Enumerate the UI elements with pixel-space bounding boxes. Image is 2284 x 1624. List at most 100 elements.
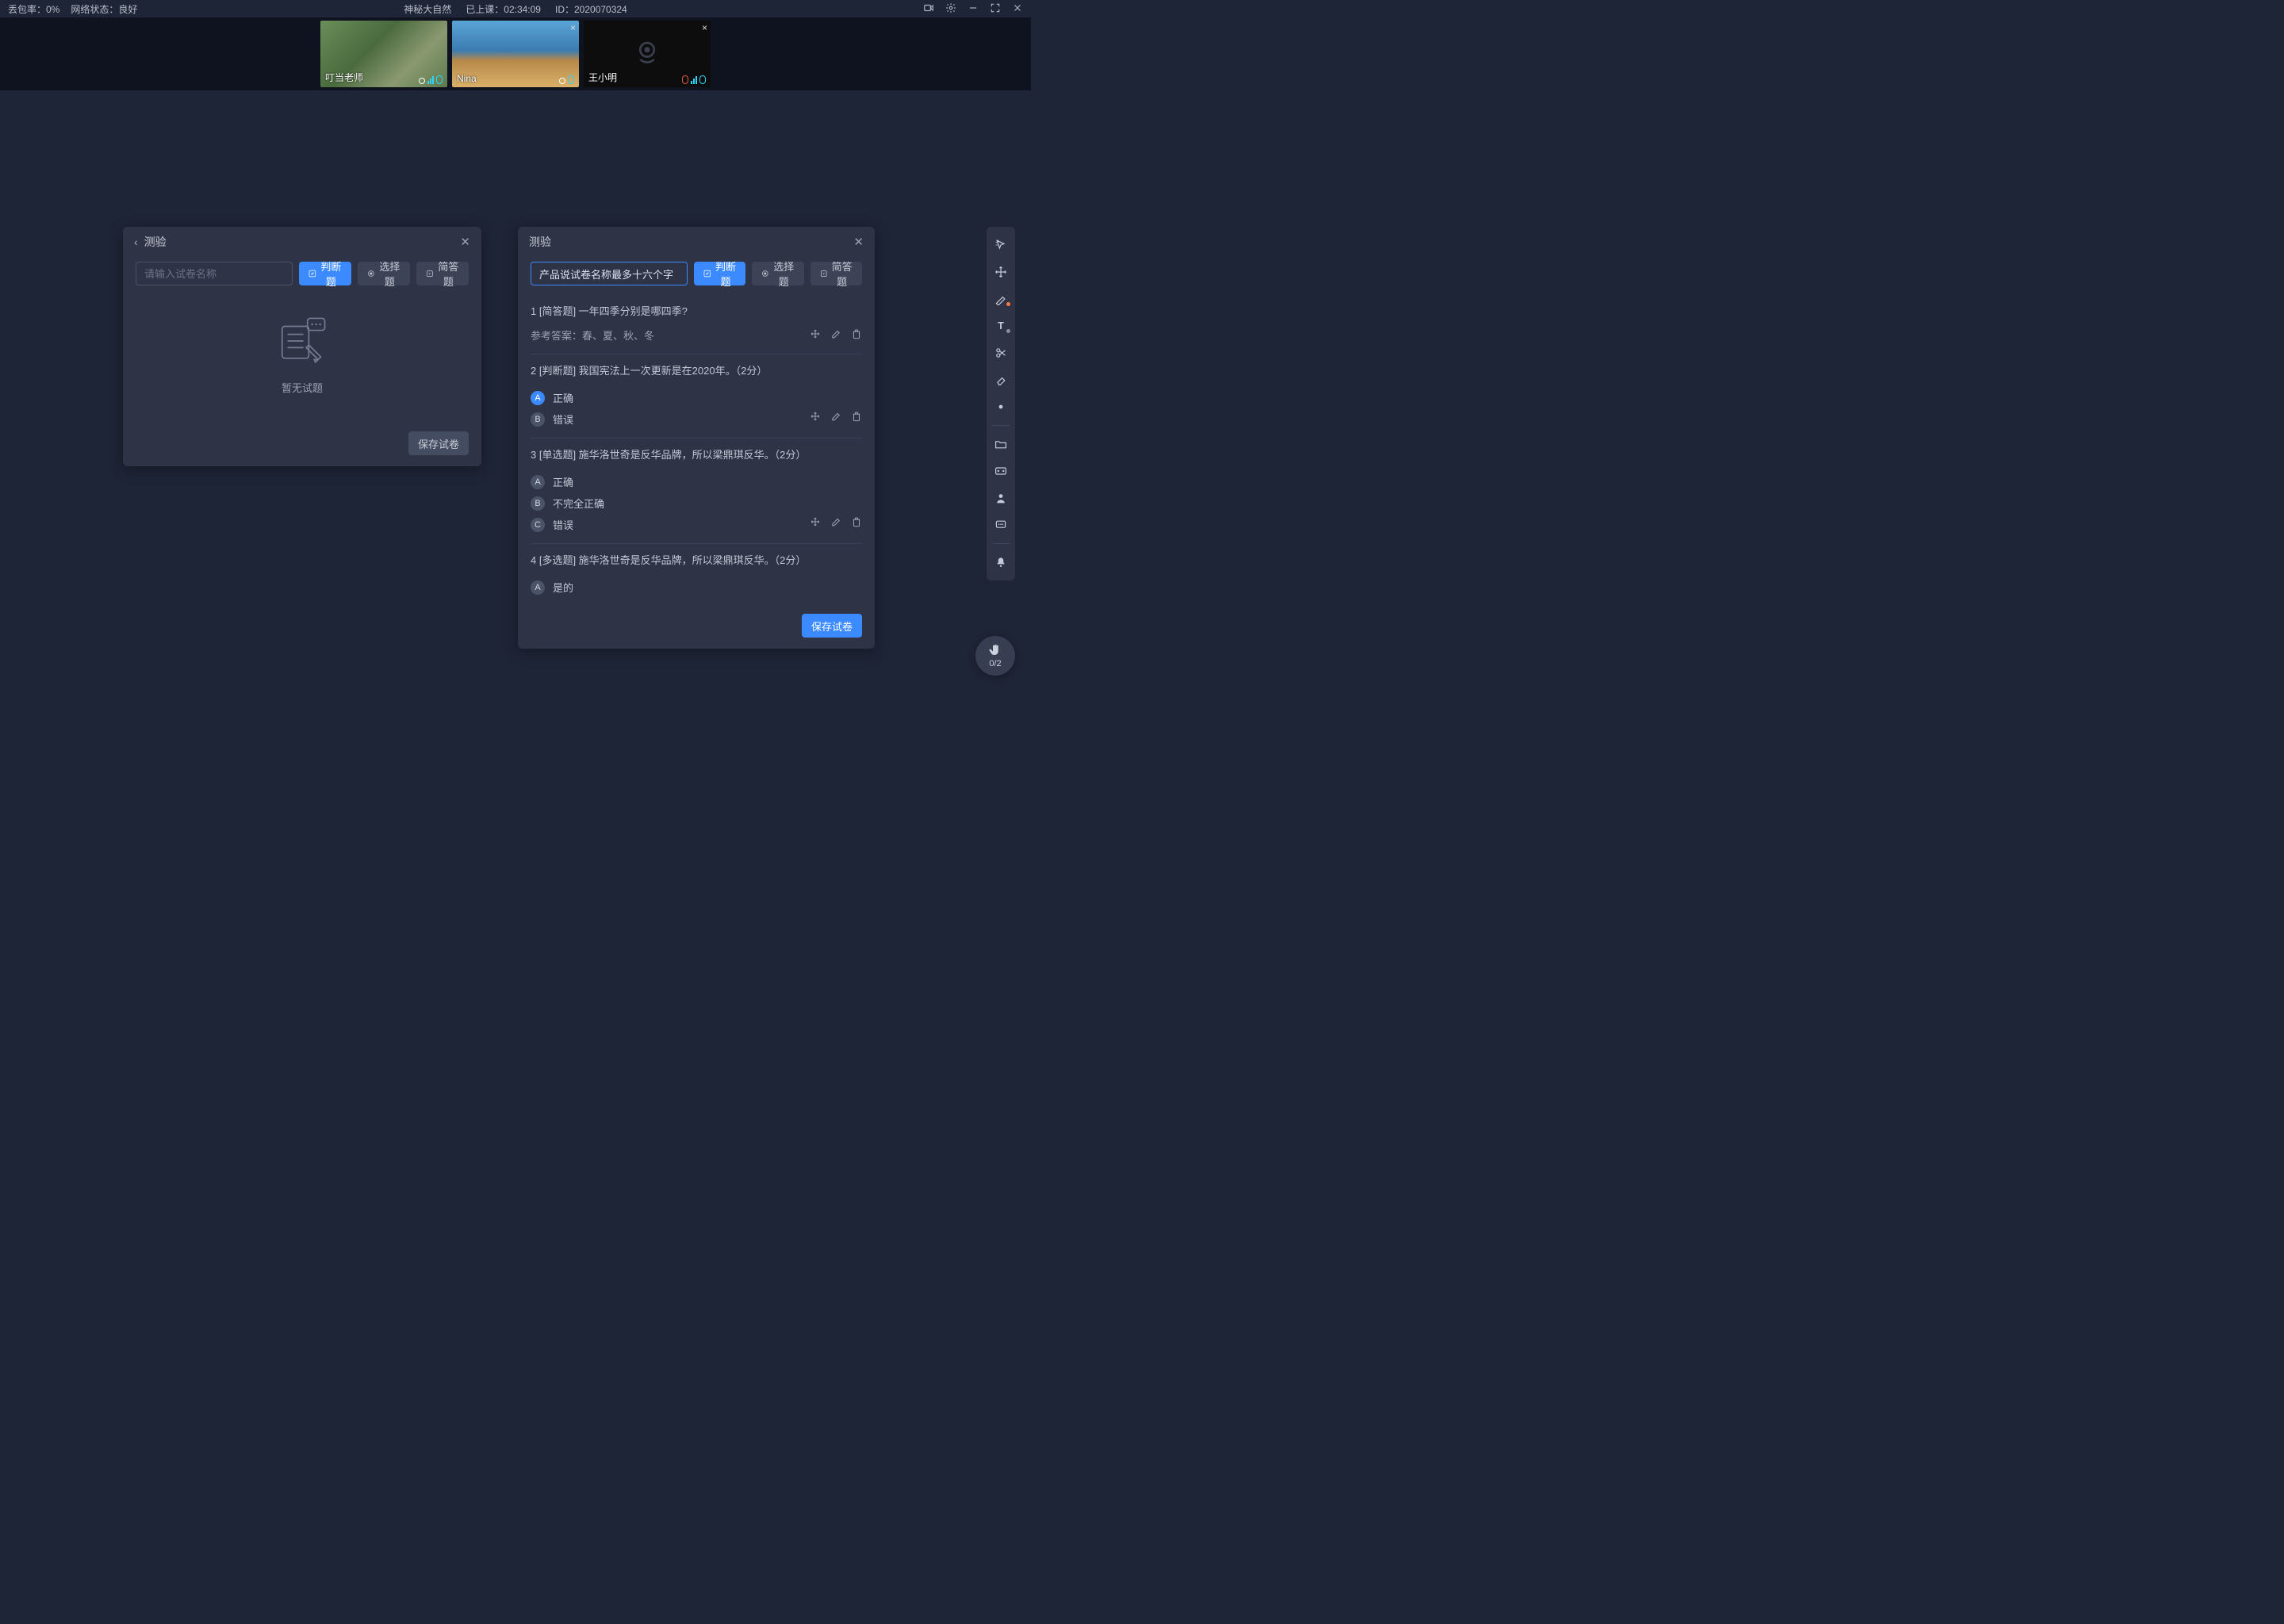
text-tool-icon[interactable]: T <box>987 314 1015 338</box>
short-answer-button[interactable]: T 简答题 <box>811 262 862 285</box>
option-text: 是的 <box>553 580 573 595</box>
question-option[interactable]: B 错误 <box>531 412 573 427</box>
participants-tool-icon[interactable] <box>987 486 1015 510</box>
question-option[interactable]: B 不完全正确 <box>531 496 604 511</box>
settings-icon[interactable] <box>945 2 956 16</box>
delete-icon[interactable] <box>851 411 862 422</box>
fullscreen-icon[interactable] <box>990 2 1001 16</box>
question-heading: 1 [简答题] 一年四季分别是哪四季? <box>531 303 862 318</box>
course-title: 神秘大自然 <box>404 2 451 16</box>
question-option[interactable]: A 正确 <box>531 390 573 405</box>
delete-icon[interactable] <box>851 516 862 527</box>
option-bubble: C <box>531 518 545 532</box>
close-icon[interactable]: ✕ <box>460 235 470 249</box>
delete-icon[interactable] <box>851 328 862 339</box>
svg-text:T: T <box>822 272 825 277</box>
side-toolbar: T <box>987 227 1015 580</box>
elapsed-time-label: 已上课：02:34:09 <box>466 2 541 16</box>
hand-icon <box>988 643 1002 657</box>
participant-name: 叮当老师 <box>325 71 363 84</box>
cursor-tool-icon[interactable] <box>987 233 1015 257</box>
eraser-tool-icon[interactable] <box>987 368 1015 392</box>
mic-icon <box>436 75 443 84</box>
question-option[interactable]: A 是的 <box>531 580 573 595</box>
close-icon[interactable]: × <box>702 22 707 33</box>
empty-illustration-icon <box>269 313 335 369</box>
video-tile-teacher[interactable]: 叮当老师 <box>320 21 447 87</box>
video-tile-student[interactable]: × 王小明 <box>584 21 711 87</box>
question-item: 2 [判断题] 我国宪法上一次更新是在2020年。（2分） A 正确 B 错误 <box>531 354 862 439</box>
quiz-name-input[interactable] <box>531 262 688 285</box>
question-heading: 4 [多选题] 施华洛世奇是反华品牌，所以梁鼎琪反华。（2分） <box>531 552 862 567</box>
top-status-bar: 丢包率：0% 网络状态：良好 神秘大自然 已上课：02:34:09 ID：202… <box>0 0 1031 17</box>
media-tool-icon[interactable] <box>987 459 1015 483</box>
judge-question-button[interactable]: 判断题 <box>694 262 745 285</box>
scissors-tool-icon[interactable] <box>987 341 1015 365</box>
option-bubble: B <box>531 496 545 511</box>
move-icon[interactable] <box>810 328 821 339</box>
choice-question-button[interactable]: 选择题 <box>358 262 410 285</box>
volume-icon <box>691 76 697 84</box>
session-id-label: ID：2020070324 <box>555 2 627 16</box>
question-item: 1 [简答题] 一年四季分别是哪四季? 参考答案：春、夏、秋、冬 <box>531 295 862 354</box>
question-option[interactable]: A 正确 <box>531 474 573 489</box>
option-text: 错误 <box>553 517 573 532</box>
save-quiz-button[interactable]: 保存试卷 <box>408 431 469 455</box>
question-item: 4 [多选题] 施华洛世奇是反华品牌，所以梁鼎琪反华。（2分） A 是的 B 不… <box>531 544 862 598</box>
volume-icon <box>427 76 434 84</box>
close-icon[interactable]: × <box>570 22 576 33</box>
quiz-panel-filled: 测验 ✕ 判断题 选择题 T 简答题 1 [简答题] 一年四季分别是哪四季?参 <box>518 227 875 649</box>
edit-icon[interactable] <box>830 328 841 339</box>
record-icon[interactable] <box>923 2 934 16</box>
question-heading: 2 [判断题] 我国宪法上一次更新是在2020年。（2分） <box>531 362 862 377</box>
judge-question-button[interactable]: 判断题 <box>299 262 351 285</box>
move-icon[interactable] <box>810 411 821 422</box>
mic-muted-icon <box>682 75 688 84</box>
video-strip: 叮当老师 × Nina × 王小明 <box>0 17 1031 90</box>
panel-title: 测验 <box>529 234 551 250</box>
bell-tool-icon[interactable] <box>987 550 1015 574</box>
question-item: 3 [单选题] 施华洛世奇是反华品牌，所以梁鼎琪反华。（2分） A 正确 B 不… <box>531 439 862 544</box>
reference-answer: 参考答案：春、夏、秋、冬 <box>531 327 654 343</box>
option-bubble: A <box>531 580 545 595</box>
question-actions <box>810 411 862 422</box>
mic-icon <box>699 75 706 84</box>
mic-icon <box>568 75 574 84</box>
option-text: 错误 <box>553 412 573 427</box>
short-answer-button[interactable]: T 简答题 <box>416 262 469 285</box>
option-text: 正确 <box>553 390 573 405</box>
quiz-panel-empty: ‹ 测验 ✕ 判断题 选择题 T 简答题 <box>123 227 481 466</box>
close-icon[interactable]: ✕ <box>853 235 864 249</box>
folder-tool-icon[interactable] <box>987 432 1015 456</box>
signal-icon <box>559 78 565 84</box>
laser-tool-icon[interactable] <box>987 395 1015 419</box>
move-icon[interactable] <box>810 516 821 527</box>
close-window-icon[interactable] <box>1012 2 1023 16</box>
panel-title: 测验 <box>144 234 167 250</box>
empty-text: 暂无试题 <box>282 380 323 395</box>
pen-tool-icon[interactable] <box>987 287 1015 311</box>
svg-text:T: T <box>428 272 431 277</box>
back-icon[interactable]: ‹ <box>134 236 138 248</box>
hand-raise-badge[interactable]: 0/2 <box>975 636 1015 676</box>
packet-loss-label: 丢包率：0% <box>8 2 59 16</box>
choice-question-button[interactable]: 选择题 <box>752 262 803 285</box>
video-tile-student[interactable]: × Nina <box>452 21 579 87</box>
participant-name: 王小明 <box>588 71 617 84</box>
save-quiz-button[interactable]: 保存试卷 <box>802 614 862 638</box>
question-list[interactable]: 1 [简答题] 一年四季分别是哪四季? 参考答案：春、夏、秋、冬 2 [判断题] … <box>531 295 867 598</box>
option-text: 不完全正确 <box>553 496 604 511</box>
quiz-name-input[interactable] <box>136 262 293 285</box>
option-bubble: B <box>531 412 545 427</box>
option-bubble: A <box>531 475 545 489</box>
move-tool-icon[interactable] <box>987 260 1015 284</box>
svg-text:T: T <box>998 320 1004 331</box>
question-heading: 3 [单选题] 施华洛世奇是反华品牌，所以梁鼎琪反华。（2分） <box>531 446 862 462</box>
edit-icon[interactable] <box>830 411 841 422</box>
network-state-label: 网络状态：良好 <box>71 2 137 16</box>
edit-icon[interactable] <box>830 516 841 527</box>
question-option[interactable]: C 错误 <box>531 517 573 532</box>
chat-tool-icon[interactable] <box>987 513 1015 537</box>
minimize-icon[interactable] <box>968 2 979 16</box>
option-bubble: A <box>531 391 545 405</box>
